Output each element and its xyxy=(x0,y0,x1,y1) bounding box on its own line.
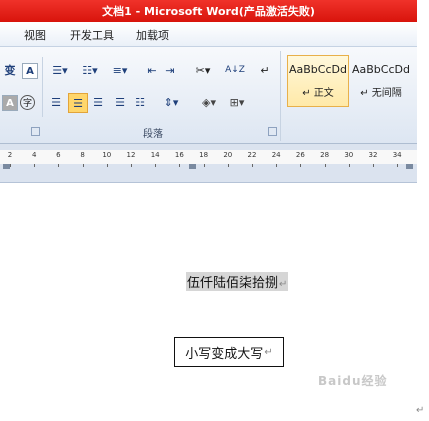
ruler-number: 16 xyxy=(174,151,184,159)
ruler-number: 32 xyxy=(368,151,378,159)
ruler-tick xyxy=(227,164,229,167)
ruler-tick xyxy=(179,164,181,167)
numbering-icon[interactable]: ☷▾ xyxy=(78,61,102,79)
paragraph-group-label: 段落 xyxy=(143,129,163,140)
tab-marker[interactable] xyxy=(189,164,196,169)
ribbon: 变 A ☰▾ ☷▾ ≡▾ ⇤ ⇥ ✂▾ A↓Z ↵ A 字 ☰ ☰ ☰ ☰ ☷ … xyxy=(0,47,417,144)
asian-layout-icon[interactable]: ✂▾ xyxy=(192,61,214,79)
ruler-number: 2 xyxy=(7,151,13,159)
decrease-indent-icon[interactable]: ⇤ xyxy=(144,61,160,79)
borders-icon[interactable]: ⊞▾ xyxy=(226,93,248,111)
converted-text[interactable]: 伍仟陆佰柒拾捌↵ xyxy=(186,272,289,291)
menu-developer[interactable]: 开发工具 xyxy=(70,27,114,43)
ruler-number: 34 xyxy=(392,151,402,159)
style-name: ↵ 无间隔 xyxy=(360,88,402,99)
ruler-tick xyxy=(373,164,374,167)
ruler-tick xyxy=(82,164,84,167)
ruler-number: 6 xyxy=(56,151,61,159)
window-title: 文档1 - Microsoft Word(产品激活失败) xyxy=(102,5,315,18)
ruler-tick xyxy=(397,164,399,167)
phonetic-guide-button[interactable]: 变 xyxy=(2,61,18,79)
watermark: Baidu经验 xyxy=(318,374,388,388)
font-dialog-launcher-icon[interactable] xyxy=(31,127,40,136)
enclose-characters-button[interactable]: 字 xyxy=(20,95,35,110)
increase-indent-icon[interactable]: ⇥ xyxy=(162,61,178,79)
ruler-number: 4 xyxy=(31,151,37,159)
left-indent-marker[interactable] xyxy=(3,164,10,169)
paragraph-mark: ↵ xyxy=(279,279,288,290)
bullets-icon[interactable]: ☰▾ xyxy=(48,61,72,79)
ruler-number: 10 xyxy=(102,151,112,159)
ruler-strip xyxy=(0,150,417,164)
ruler-number: 12 xyxy=(126,151,136,159)
title-bar: 文档1 - Microsoft Word(产品激活失败) xyxy=(0,0,417,22)
style-normal[interactable]: AaBbCcDd ↵ 正文 xyxy=(287,55,349,107)
sort-button[interactable]: A↓Z xyxy=(225,61,245,79)
style-sample: AaBbCcDd xyxy=(352,63,410,76)
ruler-number: 14 xyxy=(150,151,160,159)
show-marks-icon[interactable]: ↵ xyxy=(258,61,272,79)
ruler-tick xyxy=(34,164,36,167)
align-left-icon[interactable]: ☰ xyxy=(48,93,64,111)
menu-addins[interactable]: 加载项 xyxy=(136,27,169,43)
shading-icon[interactable]: ◈▾ xyxy=(198,93,220,111)
ruler-number: 22 xyxy=(247,151,257,159)
separator xyxy=(280,51,281,141)
menu-bar: 视图 开发工具 加载项 xyxy=(0,22,417,47)
ruler-number: 8 xyxy=(80,151,85,159)
ruler-number: 30 xyxy=(344,151,354,159)
ruler-tick xyxy=(155,164,157,167)
line-spacing-icon[interactable]: ⇕▾ xyxy=(160,93,182,111)
ruler-tick xyxy=(203,164,205,167)
multilevel-list-icon[interactable]: ≡▾ xyxy=(108,61,132,79)
paragraph-mark: ↵ xyxy=(264,346,273,358)
ruler-number: 26 xyxy=(295,151,305,159)
ruler-tick xyxy=(276,164,278,167)
ruler-tick xyxy=(106,164,108,167)
character-border-button[interactable]: A xyxy=(22,63,38,79)
ruler-tick xyxy=(10,164,11,167)
ruler-number: 24 xyxy=(271,151,281,159)
ruler-tick xyxy=(324,164,326,167)
distributed-icon[interactable]: ☷ xyxy=(132,93,148,111)
ruler-tick xyxy=(300,164,302,167)
align-center-icon[interactable]: ☰ xyxy=(68,93,88,113)
ruler-number: 18 xyxy=(199,151,209,159)
ruler-number: 20 xyxy=(223,151,233,159)
caption-text: 小写变成大写 xyxy=(185,346,264,362)
end-paragraph-mark: ↵ xyxy=(416,405,425,416)
paragraph-dialog-launcher-icon[interactable] xyxy=(268,127,277,136)
menu-view[interactable]: 视图 xyxy=(24,27,46,43)
style-sample: AaBbCcDd xyxy=(289,63,347,76)
style-name: ↵ 正文 xyxy=(302,88,334,99)
style-no-spacing[interactable]: AaBbCcDd ↵ 无间隔 xyxy=(350,55,412,107)
caption-box[interactable]: 小写变成大写 ↵ xyxy=(174,337,284,367)
justify-icon[interactable]: ☰ xyxy=(112,93,128,111)
ruler-tick xyxy=(348,164,350,167)
horizontal-ruler[interactable]: 2 4 6 8 10 12 14 16 18 20 22 24 26 28 30 32 34 xyxy=(0,144,417,183)
separator xyxy=(42,57,43,117)
ruler-number: 28 xyxy=(320,151,330,159)
ruler-tick xyxy=(252,164,253,167)
ruler-tick xyxy=(131,164,132,167)
character-shading-button[interactable]: A xyxy=(2,95,18,111)
align-right-icon[interactable]: ☰ xyxy=(90,93,106,111)
ruler-tick xyxy=(58,164,60,167)
right-indent-marker[interactable] xyxy=(406,164,413,169)
converted-text-content: 伍仟陆佰柒拾捌 xyxy=(187,276,279,291)
